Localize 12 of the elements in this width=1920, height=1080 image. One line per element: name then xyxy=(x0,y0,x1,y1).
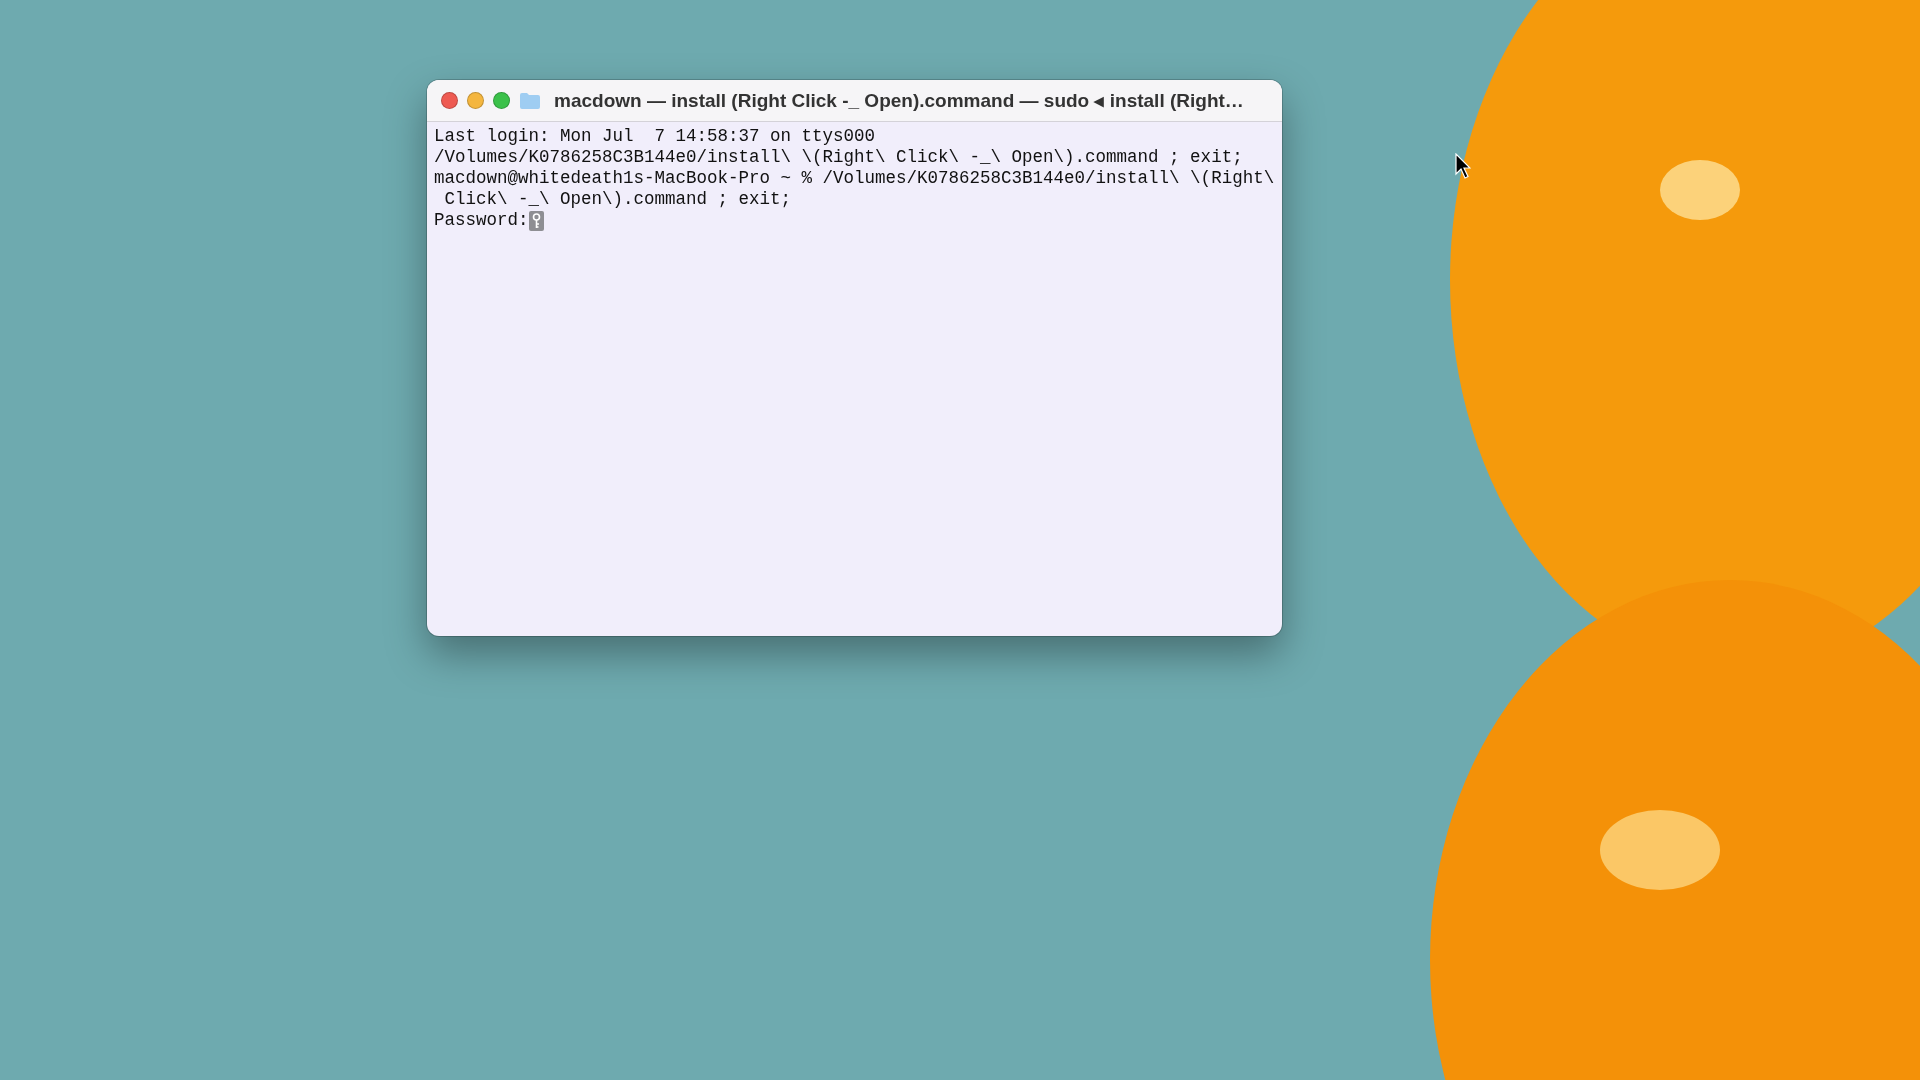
terminal-line: macdown@whitedeath1s-MacBook-Pro ~ % /Volumes/K0786258C3B144e0/install\ \(Right\ xyxy=(434,168,1275,189)
key-cursor-icon xyxy=(528,210,544,231)
mouse-pointer-icon xyxy=(1455,153,1471,179)
zoom-button[interactable] xyxy=(493,92,510,109)
terminal-line: Click\ -_\ Open\).command ; exit; xyxy=(443,189,793,210)
terminal-line: /Volumes/K0786258C3B144e0/install\ \(Right\ Click\ -_\ Open\).command ; exit; xyxy=(434,147,1244,168)
minimize-button[interactable] xyxy=(467,92,484,109)
window-title: macdown — install (Right Click -_ Open).command — sudo ◂ install (Right… xyxy=(554,89,1244,112)
close-button[interactable] xyxy=(441,92,458,109)
folder-icon xyxy=(519,91,541,110)
terminal-line: Last login: Mon Jul 7 14:58:37 on ttys000 xyxy=(434,126,877,147)
password-prompt: Password: xyxy=(434,210,529,231)
